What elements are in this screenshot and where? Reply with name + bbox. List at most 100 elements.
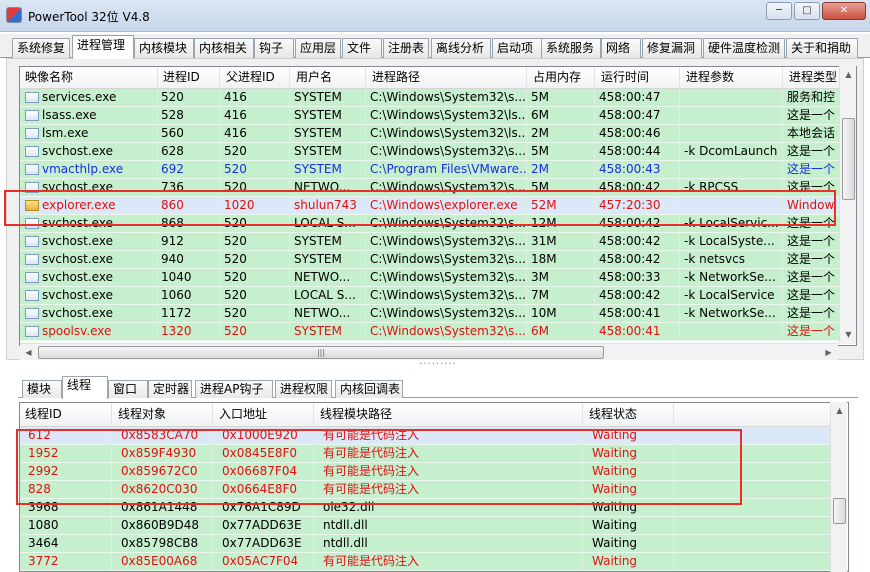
thread-cell: Waiting [584,517,674,535]
thread-list[interactable]: 线程ID 线程对象 入口地址 线程模块路径 线程状态 612 0x8583CA70 0x10… [19,402,849,572]
process-cell: 5M [528,179,595,197]
process-row[interactable]: svchost.exe 1040 520 NETWO... C:\Windows\Sys… [20,269,844,287]
tab-main-10[interactable]: 系统服务 [541,38,601,58]
thread-list-vscrollbar[interactable]: ▲ [830,402,847,572]
process-cell: 这是一个 [784,161,844,179]
column-header[interactable]: 线程模块路径 [315,403,583,427]
process-cell: 这是一个 [784,143,844,161]
tab-main-1[interactable]: 进程管理 [72,35,134,59]
process-cell: C:\Windows\System32\s... [367,143,527,161]
maximize-button[interactable]: □ [794,2,820,20]
tab-sub-4[interactable]: 进程AP钩子 [195,380,273,398]
tab-main-11[interactable]: 网络 [601,38,641,58]
close-button[interactable]: ✕ [822,2,866,20]
process-cell: C:\Windows\System32\s... [367,251,527,269]
process-cell: 2M [528,161,595,179]
process-cell: 458:00:42 [596,251,680,269]
column-header[interactable]: 占用内存 [528,67,595,89]
minimize-button[interactable]: ─ [766,2,792,20]
scroll-up-arrow-icon[interactable]: ▲ [831,402,848,419]
process-cell: C:\Windows\System32\s... [367,215,527,233]
column-header[interactable]: 父进程ID [221,67,290,89]
process-cell: 528 [158,107,220,125]
thread-cell: 0x85E00A68 [113,553,213,571]
column-header[interactable]: 用户名 [291,67,366,89]
thread-row[interactable]: 828 0x8620C030 0x0664E8F0 有可能是代码注入 Waiting [20,481,830,499]
tab-main-12[interactable]: 修复漏洞 [642,38,702,58]
column-header[interactable]: 进程路径 [367,67,527,89]
process-list-vscrollbar[interactable]: ▲ ▼ [839,66,856,344]
process-list-hscrollbar[interactable]: ◀ ||| ▶ [20,343,838,360]
process-cell: C:\Windows\System32\ls... [367,125,527,143]
process-row[interactable]: svchost.exe 628 520 SYSTEM C:\Windows\System… [20,143,844,161]
scroll-down-arrow-icon[interactable]: ▼ [840,326,857,343]
column-header[interactable]: 线程对象 [113,403,213,427]
process-row[interactable]: svchost.exe 1060 520 LOCAL S... C:\Windows\S… [20,287,844,305]
column-header[interactable]: 入口地址 [214,403,314,427]
thread-row[interactable]: 3464 0x85798CB8 0x77ADD63E ntdll.dll Waiting [20,535,830,553]
tab-main-0[interactable]: 系统修复 [12,38,70,58]
thread-row[interactable]: 1952 0x859F4930 0x0845E8F0 有可能是代码注入 Waiting [20,445,830,463]
process-row[interactable]: spoolsv.exe 1320 520 SYSTEM C:\Windows\Syste… [20,323,844,341]
scroll-up-arrow-icon[interactable]: ▲ [840,66,857,83]
process-row[interactable]: svchost.exe 1172 520 NETWO... C:\Windows\Sys… [20,305,844,323]
tab-sub-6[interactable]: 内核回调表 [335,380,403,398]
column-header[interactable]: 进程类型 [784,67,844,89]
thread-row[interactable]: 612 0x8583CA70 0x1000E920 有可能是代码注入 Waiting [20,427,830,445]
process-cell: 这是一个 [784,305,844,323]
column-header[interactable]: 线程ID [20,403,112,427]
thread-row[interactable]: 3772 0x85E00A68 0x05AC7F04 有可能是代码注入 Waiting [20,553,830,571]
process-cell: 912 [158,233,220,251]
tab-sub-3[interactable]: 定时器 [148,380,192,398]
tab-sub-1[interactable]: 线程 [62,376,108,399]
process-cell: svchost.exe [20,251,158,269]
column-header[interactable]: 进程参数 [681,67,783,89]
tab-main-4[interactable]: 钩子 [254,38,294,58]
process-row[interactable]: lsass.exe 528 416 SYSTEM C:\Windows\System32… [20,107,844,125]
process-cell: 416 [221,89,290,107]
tab-main-5[interactable]: 应用层 [295,38,341,58]
process-cell: SYSTEM [291,161,366,179]
scroll-left-arrow-icon[interactable]: ◀ [20,344,37,361]
process-row[interactable]: explorer.exe 860 1020 shulun743 C:\Windows\e… [20,197,844,215]
process-row[interactable]: svchost.exe 868 520 LOCAL S... C:\Windows\Sy… [20,215,844,233]
title-bar: PowerTool 32位 V4.8 ─ □ ✕ [0,0,870,32]
column-header[interactable]: 运行时间 [596,67,680,89]
tab-main-6[interactable]: 文件 [342,38,382,58]
panel-splitter[interactable]: ········· [20,360,856,370]
scroll-right-arrow-icon[interactable]: ▶ [820,344,837,361]
process-row[interactable]: svchost.exe 736 520 NETWO... C:\Windows\Syst… [20,179,844,197]
tab-sub-5[interactable]: 进程权限 [275,380,332,398]
process-row[interactable]: vmacthlp.exe 692 520 SYSTEM C:\Program Files… [20,161,844,179]
process-cell: C:\Windows\System32\s... [367,323,527,341]
thread-cell: 0x0664E8F0 [214,481,314,499]
thread-row[interactable]: 3968 0x861A1448 0x76A1C89D ole32.dll Waiting [20,499,830,517]
tab-main-3[interactable]: 内核相关 [194,38,254,58]
process-list[interactable]: 映像名称 进程ID 父进程ID 用户名 进程路径 占用内存 运行时间 进程参数 进程类型 ser… [19,66,857,346]
vscroll-thumb[interactable] [833,498,846,524]
process-row[interactable]: lsm.exe 560 416 SYSTEM C:\Windows\System32\l… [20,125,844,143]
thread-cell: 0x861A1448 [113,499,213,517]
column-header[interactable]: 映像名称 [20,67,158,89]
tab-sub-0[interactable]: 模块 [22,380,62,398]
column-header[interactable]: 线程状态 [584,403,674,427]
tab-main-8[interactable]: 离线分析 [431,38,491,58]
process-cell: 这是一个 [784,323,844,341]
column-header[interactable]: 进程ID [158,67,220,89]
tab-main-13[interactable]: 硬件温度检测 [703,38,785,58]
process-row[interactable]: svchost.exe 912 520 SYSTEM C:\Windows\System… [20,233,844,251]
tab-main-2[interactable]: 内核模块 [134,38,194,58]
vscroll-thumb[interactable] [842,118,855,200]
thread-cell: 0x06687F04 [214,463,314,481]
thread-row[interactable]: 2992 0x859672C0 0x06687F04 有可能是代码注入 Waiting [20,463,830,481]
hscroll-thumb[interactable]: ||| [38,346,604,359]
thread-row[interactable]: 1080 0x860B9D48 0x77ADD63E ntdll.dll Waiting [20,517,830,535]
process-row[interactable]: svchost.exe 940 520 SYSTEM C:\Windows\System… [20,251,844,269]
tab-main-9[interactable]: 启动项 [492,38,542,58]
process-row[interactable]: services.exe 520 416 SYSTEM C:\Windows\Syste… [20,89,844,107]
tab-sub-2[interactable]: 窗口 [108,380,148,398]
process-cell: 458:00:46 [596,125,680,143]
process-cell: 52M [528,197,595,215]
tab-main-7[interactable]: 注册表 [383,38,429,58]
tab-main-14[interactable]: 关于和捐助 [786,38,858,58]
